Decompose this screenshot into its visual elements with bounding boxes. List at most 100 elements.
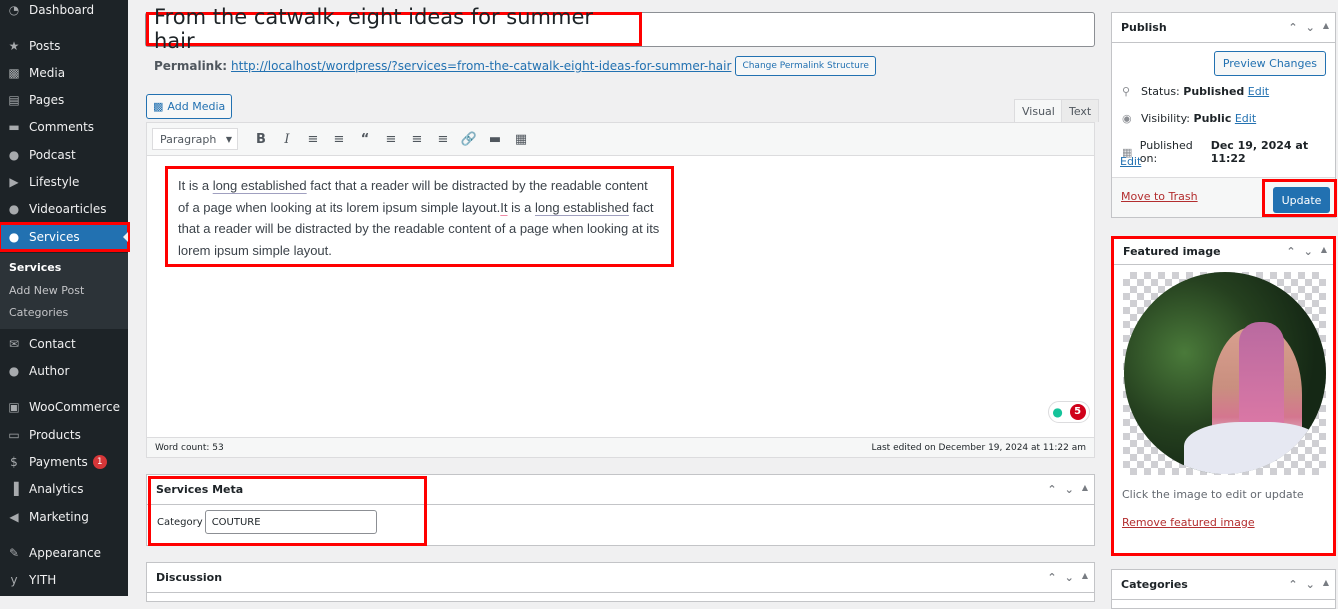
sidebar-item-dashboard[interactable]: ◔ Dashboard [0, 0, 128, 23]
status-label: Status: [1141, 85, 1180, 98]
preview-changes-button[interactable]: Preview Changes [1213, 51, 1326, 76]
user-icon: ● [8, 364, 20, 378]
sidebar-item-author[interactable]: ● Author [0, 358, 128, 384]
discussion-header[interactable]: Discussion ⌃ ⌄ ▲ [147, 563, 1094, 593]
tab-visual[interactable]: Visual [1014, 99, 1063, 122]
sidebar-item-products[interactable]: ▭ Products [0, 422, 128, 448]
sidebar-item-posts[interactable]: ★ Posts [0, 33, 128, 59]
edit-status-link[interactable]: Edit [1248, 85, 1269, 98]
category-row: Category COUTURE [147, 505, 1094, 539]
comment-icon: ▬ [8, 120, 20, 134]
align-center-icon[interactable]: ≡ [404, 132, 430, 147]
italic-icon[interactable]: I [274, 132, 300, 147]
sidebar-item-appearance[interactable]: ✎ Appearance [0, 540, 128, 566]
move-to-trash-link[interactable]: Move to Trash [1121, 190, 1198, 203]
toggle-icon[interactable]: ▲ [1082, 483, 1088, 496]
featured-image-thumbnail[interactable] [1123, 272, 1326, 475]
grammarly-icon: ● [1052, 405, 1063, 419]
move-down-icon[interactable]: ⌄ [1306, 578, 1315, 591]
move-up-icon[interactable]: ⌃ [1288, 21, 1297, 34]
discussion-box: Discussion ⌃ ⌄ ▲ [146, 562, 1095, 602]
move-up-icon[interactable]: ⌃ [1288, 578, 1297, 591]
featured-image-header[interactable]: Featured image ⌃ ⌄ ▲ [1114, 239, 1333, 265]
sidebar-item-media[interactable]: ▩ Media [0, 60, 128, 86]
publish-header[interactable]: Publish ⌃ ⌄ ▲ [1112, 13, 1335, 43]
change-permalink-button[interactable]: Change Permalink Structure [735, 56, 876, 76]
last-edited: Last edited on December 19, 2024 at 11:2… [871, 442, 1086, 453]
numbered-list-icon[interactable]: ≡ [326, 132, 352, 147]
move-down-icon[interactable]: ⌄ [1065, 483, 1074, 496]
align-right-icon[interactable]: ≡ [430, 132, 456, 147]
content-editor: Paragraph ▼ B I ≡ ≡ “ ≡ ≡ ≡ 🔗 ▬ ▦ It is … [146, 122, 1095, 458]
sidebar-item-label: YITH [29, 573, 57, 587]
toggle-icon[interactable]: ▲ [1323, 21, 1329, 34]
move-up-icon[interactable]: ⌃ [1047, 571, 1056, 584]
sidebar-item-payments[interactable]: $ Payments 1 [0, 449, 128, 475]
submenu-item-services[interactable]: Services [0, 261, 128, 274]
toggle-icon[interactable]: ▲ [1321, 245, 1327, 258]
submenu-item-add-new-post[interactable]: Add New Post [0, 284, 128, 297]
sidebar-item-analytics[interactable]: ▐ Analytics [0, 476, 128, 502]
spellcheck-mark[interactable]: long established [213, 178, 307, 193]
move-up-icon[interactable]: ⌃ [1286, 245, 1295, 258]
remove-featured-image-link[interactable]: Remove featured image [1122, 516, 1255, 529]
sidebar-item-marketing[interactable]: ◀ Marketing [0, 504, 128, 530]
toggle-icon[interactable]: ▲ [1323, 578, 1329, 591]
word-count: Word count: 53 [155, 442, 224, 453]
sidebar-item-podcast[interactable]: ● Podcast [0, 142, 128, 168]
bold-icon[interactable]: B [248, 132, 274, 147]
featured-image-hint: Click the image to edit or update [1122, 488, 1304, 501]
update-button[interactable]: Update [1273, 187, 1330, 213]
edit-date-link[interactable]: Edit [1120, 155, 1141, 168]
read-more-icon[interactable]: ▬ [482, 132, 508, 147]
sidebar-item-services[interactable]: ● Services [0, 222, 130, 252]
user-icon: ● [8, 230, 20, 244]
sidebar-item-woocommerce[interactable]: ▣ WooCommerce [0, 394, 128, 420]
bulleted-list-icon[interactable]: ≡ [300, 132, 326, 147]
photo-shirt [1184, 422, 1324, 474]
sidebar-item-label: Marketing [29, 510, 89, 524]
user-icon: ● [8, 202, 20, 216]
sidebar-item-label: Lifestyle [29, 175, 80, 189]
grammar-checker-widget[interactable]: ● 5 [1048, 401, 1090, 423]
sidebar-item-yith[interactable]: y YITH [0, 567, 128, 593]
sidebar-item-label: Contact [29, 337, 76, 351]
sidebar-item-comments[interactable]: ▬ Comments [0, 114, 128, 140]
sidebar-item-contact[interactable]: ✉ Contact [0, 331, 128, 357]
toolbar-toggle-icon[interactable]: ▦ [508, 132, 534, 147]
sidebar-item-label: Services [29, 230, 80, 244]
editor-content[interactable]: It is a long established fact that a rea… [165, 166, 674, 267]
permalink-row: Permalink: http://localhost/wordpress/?s… [154, 56, 876, 76]
woo-icon: ▣ [8, 400, 20, 414]
blockquote-icon[interactable]: “ [352, 132, 378, 147]
tab-text[interactable]: Text [1061, 99, 1100, 122]
spellcheck-mark[interactable]: It [500, 200, 507, 215]
sidebar-item-label: Appearance [29, 546, 102, 560]
move-down-icon[interactable]: ⌄ [1304, 245, 1313, 258]
toggle-icon[interactable]: ▲ [1082, 571, 1088, 584]
featured-image-box: Featured image ⌃ ⌄ ▲ Click the image to ed… [1111, 236, 1336, 556]
dollar-icon: $ [10, 455, 18, 469]
eye-icon: ◉ [1122, 112, 1132, 125]
featured-image-title: Featured image [1123, 245, 1221, 258]
move-up-icon[interactable]: ⌃ [1047, 483, 1056, 496]
sidebar-item-label: Posts [29, 39, 61, 53]
sidebar-item-label: Author [29, 364, 70, 378]
services-meta-header[interactable]: Services Meta ⌃ ⌄ ▲ [147, 475, 1094, 505]
add-media-button[interactable]: ▩ Add Media [146, 94, 233, 119]
move-down-icon[interactable]: ⌄ [1306, 21, 1315, 34]
spellcheck-mark[interactable]: long established [535, 200, 629, 215]
link-icon[interactable]: 🔗 [456, 132, 482, 147]
post-title-input[interactable]: From the catwalk, eight ideas for summer… [146, 5, 642, 53]
category-input[interactable]: COUTURE [204, 510, 377, 534]
sidebar-item-pages[interactable]: ▤ Pages [0, 87, 128, 113]
move-down-icon[interactable]: ⌄ [1065, 571, 1074, 584]
sidebar-item-lifestyle[interactable]: ▶ Lifestyle [0, 169, 128, 195]
permalink-label: Permalink: [154, 59, 228, 73]
format-select[interactable]: Paragraph ▼ [152, 128, 238, 150]
sidebar-item-videoarticles[interactable]: ● Videoarticles [0, 196, 128, 222]
permalink-link[interactable]: http://localhost/wordpress/?services=fro… [231, 59, 731, 73]
submenu-item-categories[interactable]: Categories [0, 306, 128, 319]
edit-visibility-link[interactable]: Edit [1235, 112, 1256, 125]
align-left-icon[interactable]: ≡ [378, 132, 404, 147]
